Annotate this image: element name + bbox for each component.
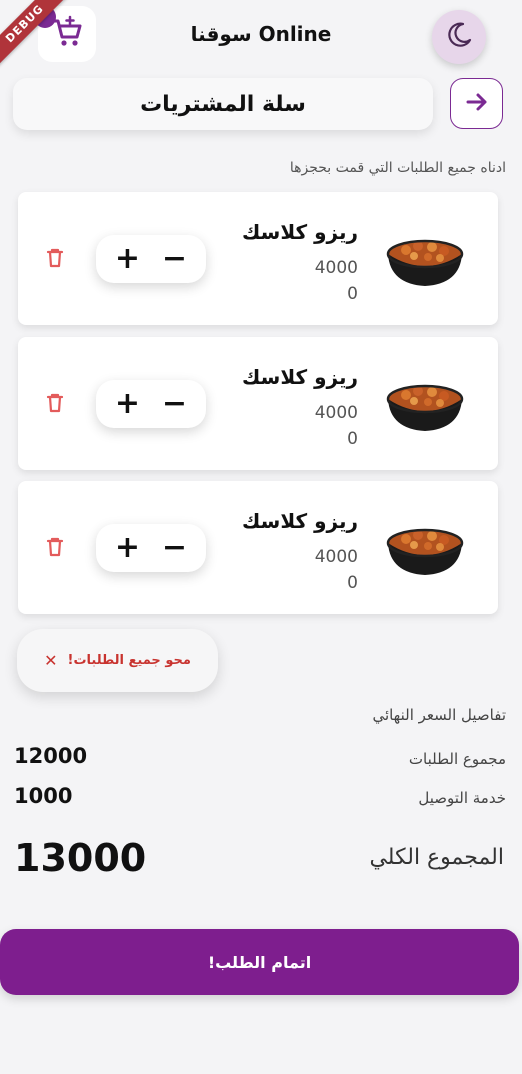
food-bowl-icon — [384, 236, 466, 296]
trash-icon[interactable] — [46, 537, 64, 561]
trash-icon[interactable] — [46, 393, 64, 417]
increment-button[interactable]: + — [115, 389, 140, 419]
moon-icon — [444, 20, 474, 54]
item-quantity: 0 — [347, 429, 358, 449]
item-quantity: 0 — [347, 284, 358, 304]
orders-total-value: 12000 — [14, 744, 88, 768]
food-bowl-icon — [384, 525, 466, 585]
arrow-right-icon — [464, 89, 490, 119]
food-bowl-icon — [384, 381, 466, 441]
cart-item: ريزو كلاسك 4000 0 + − — [18, 192, 498, 325]
clear-all-label: محو جميع الطلبات! — [67, 653, 191, 668]
page-title: سلة المشتريات — [13, 78, 433, 130]
grand-total-value: 13000 — [14, 836, 147, 880]
price-details-title: تفاصيل السعر النهائي — [372, 706, 506, 724]
item-name: ريزو كلاسك — [242, 365, 358, 389]
grand-total-label: المجموع الكلي — [369, 845, 504, 870]
increment-button[interactable]: + — [115, 533, 140, 563]
quantity-stepper: + − — [96, 235, 206, 283]
delivery-label: خدمة التوصيل — [418, 789, 506, 807]
page-subtitle: ادناه جميع الطلبات التي قمت بحجزها — [289, 160, 506, 176]
cart-item: ريزو كلاسك 4000 0 + − — [18, 337, 498, 470]
quantity-stepper: + − — [96, 380, 206, 428]
decrement-button[interactable]: − — [162, 533, 187, 563]
item-name: ريزو كلاسك — [242, 220, 358, 244]
item-name: ريزو كلاسك — [242, 509, 358, 533]
checkout-button[interactable]: اتمام الطلب! — [0, 929, 519, 995]
item-quantity: 0 — [347, 573, 358, 593]
theme-toggle-button[interactable] — [432, 10, 486, 64]
decrement-button[interactable]: − — [162, 389, 187, 419]
delivery-value: 1000 — [14, 784, 73, 808]
cart-item: ريزو كلاسك 4000 0 + − — [18, 481, 498, 614]
decrement-button[interactable]: − — [162, 244, 187, 274]
back-button[interactable] — [450, 78, 503, 129]
quantity-stepper: + − — [96, 524, 206, 572]
orders-total-label: مجموع الطلبات — [408, 750, 506, 768]
checkout-label: اتمام الطلب! — [207, 952, 312, 972]
item-price: 4000 — [314, 258, 358, 278]
top-bar: سوقنا Online — [0, 0, 522, 68]
trash-icon[interactable] — [46, 248, 64, 272]
clear-all-button[interactable]: محو جميع الطلبات! ✕ — [17, 629, 218, 692]
close-icon: ✕ — [44, 651, 58, 670]
item-price: 4000 — [314, 547, 358, 567]
increment-button[interactable]: + — [115, 244, 140, 274]
item-price: 4000 — [314, 403, 358, 423]
